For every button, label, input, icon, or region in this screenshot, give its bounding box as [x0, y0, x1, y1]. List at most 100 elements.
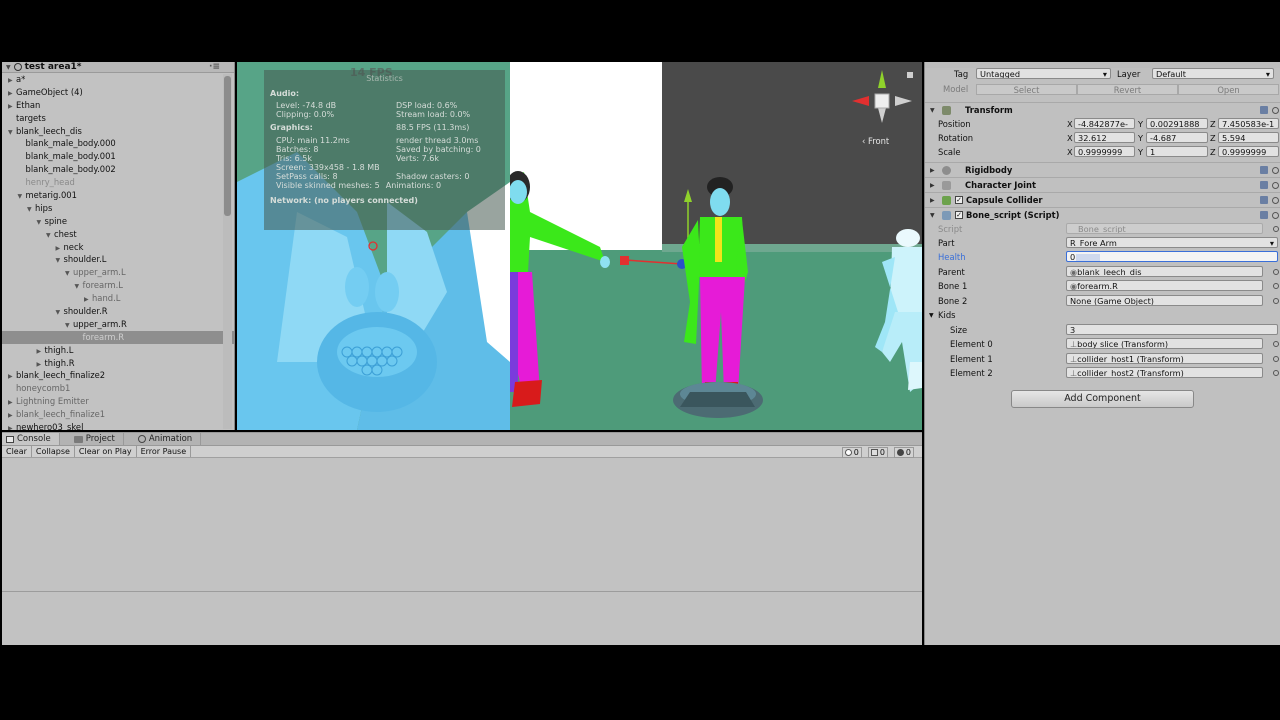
- chevron-down-icon[interactable]: ▼: [930, 107, 935, 114]
- element1-field[interactable]: ⊥collider_host1 (Transform): [1066, 353, 1263, 364]
- object-picker-icon[interactable]: [1273, 356, 1279, 362]
- scale-x-field[interactable]: 0.9999999: [1074, 146, 1135, 157]
- hierarchy-item[interactable]: forearm.R: [2, 330, 234, 344]
- scale-z-field[interactable]: 0.9999999: [1218, 146, 1279, 157]
- scrollbar-thumb[interactable]: [224, 76, 231, 216]
- rotation-y-field[interactable]: -4.687: [1146, 132, 1208, 143]
- hierarchy-item[interactable]: ▶ thigh.R: [2, 357, 234, 370]
- rigidbody-header[interactable]: ▶ Rigidbody: [925, 162, 1280, 177]
- help-book-icon[interactable]: [1260, 196, 1268, 204]
- tag-dropdown[interactable]: Untagged ▾: [976, 68, 1111, 79]
- tab-console[interactable]: Console: [2, 433, 60, 445]
- object-picker-icon[interactable]: [1273, 370, 1279, 376]
- help-book-icon[interactable]: [1260, 166, 1268, 174]
- parent-field[interactable]: ◉blank_leech_dis: [1066, 266, 1263, 277]
- gear-icon[interactable]: [1272, 196, 1279, 204]
- layer-dropdown[interactable]: Default ▾: [1152, 68, 1274, 79]
- bone1-field[interactable]: ◉forearm.R: [1066, 280, 1263, 291]
- scene-view[interactable]: ‹ Front: [510, 62, 922, 430]
- clear-button[interactable]: Clear: [2, 446, 32, 457]
- model-open-button[interactable]: Open: [1178, 83, 1279, 95]
- chevron-right-icon[interactable]: ▶: [930, 197, 935, 204]
- object-picker-icon[interactable]: [1273, 341, 1279, 347]
- character-joint-header[interactable]: ▶ Character Joint: [925, 177, 1280, 192]
- hierarchy-item[interactable]: ▼ blank_leech_dis: [2, 125, 234, 138]
- hierarchy-item[interactable]: ▼ upper_arm.L: [2, 266, 234, 279]
- chevron-right-icon[interactable]: ▶: [8, 423, 16, 430]
- chevron-right-icon[interactable]: ▶: [930, 182, 935, 189]
- hierarchy-item[interactable]: ▼ hips: [2, 202, 234, 215]
- error-count-toggle[interactable]: 0: [893, 447, 914, 458]
- help-book-icon[interactable]: [1260, 181, 1268, 189]
- position-x-field[interactable]: -4.842877e-: [1074, 118, 1135, 129]
- collapse-button[interactable]: Collapse: [32, 446, 75, 457]
- chevron-down-icon[interactable]: ▼: [929, 312, 934, 319]
- hierarchy-item[interactable]: ▼ shoulder.R: [2, 305, 234, 318]
- hierarchy-scene-header[interactable]: ▼ test area1* ·≡: [2, 62, 234, 73]
- hierarchy-item[interactable]: blank_male_body.000: [2, 137, 234, 150]
- hierarchy-item[interactable]: ▶ blank_leech_finalize2: [2, 369, 234, 382]
- hierarchy-item[interactable]: ▶ hand.L: [2, 292, 234, 305]
- gear-icon[interactable]: [1272, 211, 1279, 219]
- info-count-toggle[interactable]: 0: [841, 447, 862, 458]
- object-picker-icon[interactable]: [1273, 298, 1279, 304]
- error-pause-button[interactable]: Error Pause: [137, 446, 192, 457]
- capsule-collider-enabled-checkbox[interactable]: ✓: [955, 196, 963, 204]
- bone-script-enabled-checkbox[interactable]: ✓: [955, 211, 963, 219]
- hierarchy-item[interactable]: ▶ neck: [2, 241, 234, 254]
- element2-field[interactable]: ⊥collider_host2 (Transform): [1066, 367, 1263, 378]
- hierarchy-item[interactable]: targets: [2, 112, 234, 125]
- rotation-z-field[interactable]: 5.594: [1218, 132, 1279, 143]
- chevron-down-icon[interactable]: ▼: [6, 64, 11, 71]
- console-splitter[interactable]: [2, 591, 922, 592]
- hierarchy-item[interactable]: ▶ thigh.L: [2, 344, 234, 357]
- hierarchy-item[interactable]: ▶ blank_leech_finalize1: [2, 408, 234, 421]
- health-input[interactable]: 0: [1066, 251, 1278, 262]
- hierarchy-item[interactable]: blank_male_body.001: [2, 150, 234, 163]
- add-component-button[interactable]: Add Component: [1011, 390, 1194, 408]
- hierarchy-item[interactable]: ▼ upper_arm.R: [2, 318, 234, 331]
- bone2-field[interactable]: None (Game Object): [1066, 295, 1263, 306]
- bone-script-header[interactable]: ▼ ✓ Bone_script (Script): [925, 207, 1280, 222]
- hierarchy-menu-icon[interactable]: ·≡: [209, 62, 220, 72]
- position-z-field[interactable]: 7.450583e-1: [1218, 118, 1279, 129]
- object-picker-icon[interactable]: [1273, 269, 1279, 275]
- rotation-x-field[interactable]: 32.612: [1074, 132, 1135, 143]
- transform-header[interactable]: ▼ Transform: [925, 102, 1280, 117]
- warning-count-toggle[interactable]: 0: [867, 447, 888, 458]
- hierarchy-item[interactable]: ▶ Lightning Emitter: [2, 395, 234, 408]
- hierarchy-scrollbar[interactable]: [223, 74, 232, 429]
- help-book-icon[interactable]: [1260, 211, 1268, 219]
- gear-icon[interactable]: [1272, 166, 1279, 174]
- chevron-right-icon[interactable]: ▶: [930, 167, 935, 174]
- hierarchy-item[interactable]: henry_head: [2, 176, 234, 189]
- capsule-collider-header[interactable]: ▶ ✓ Capsule Collider: [925, 192, 1280, 207]
- part-dropdown[interactable]: R_Fore Arm ▾: [1066, 237, 1278, 248]
- hierarchy-item[interactable]: ▶ a*: [2, 73, 234, 86]
- hierarchy-item[interactable]: ▼ spine: [2, 215, 234, 228]
- object-picker-icon[interactable]: [1273, 283, 1279, 289]
- hierarchy-item[interactable]: ▼ chest: [2, 228, 234, 241]
- chevron-down-icon[interactable]: ▼: [930, 212, 935, 219]
- gizmo-view-label[interactable]: ‹ Front: [862, 136, 889, 146]
- model-select-button[interactable]: Select: [976, 83, 1077, 95]
- orientation-gizmo[interactable]: [847, 68, 917, 138]
- model-revert-button[interactable]: Revert: [1077, 83, 1178, 95]
- hierarchy-item[interactable]: ▼ metarig.001: [2, 189, 234, 202]
- hierarchy-item[interactable]: ▼ shoulder.L: [2, 253, 234, 266]
- tab-animation[interactable]: Animation: [124, 433, 202, 445]
- hierarchy-item[interactable]: ▶ GameObject (4): [2, 86, 234, 99]
- scale-y-field[interactable]: 1: [1146, 146, 1208, 157]
- hierarchy-item[interactable]: ▶ Ethan: [2, 99, 234, 112]
- hierarchy-item[interactable]: honeycomb1: [2, 382, 234, 395]
- gear-icon[interactable]: [1272, 106, 1279, 114]
- hierarchy-item[interactable]: ▶ newhero03_skel: [2, 421, 234, 430]
- kids-row[interactable]: ▼ Kids: [925, 308, 1280, 322]
- game-view[interactable]: 14 FPS Statistics Audio: Level: -74.8 dB…: [237, 62, 510, 430]
- size-input[interactable]: 3: [1066, 324, 1278, 335]
- gear-icon[interactable]: [1272, 181, 1279, 189]
- hierarchy-item[interactable]: blank_male_body.002: [2, 163, 234, 176]
- help-book-icon[interactable]: [1260, 106, 1268, 114]
- tab-project[interactable]: Project: [60, 433, 124, 445]
- position-y-field[interactable]: 0.00291888: [1146, 118, 1208, 129]
